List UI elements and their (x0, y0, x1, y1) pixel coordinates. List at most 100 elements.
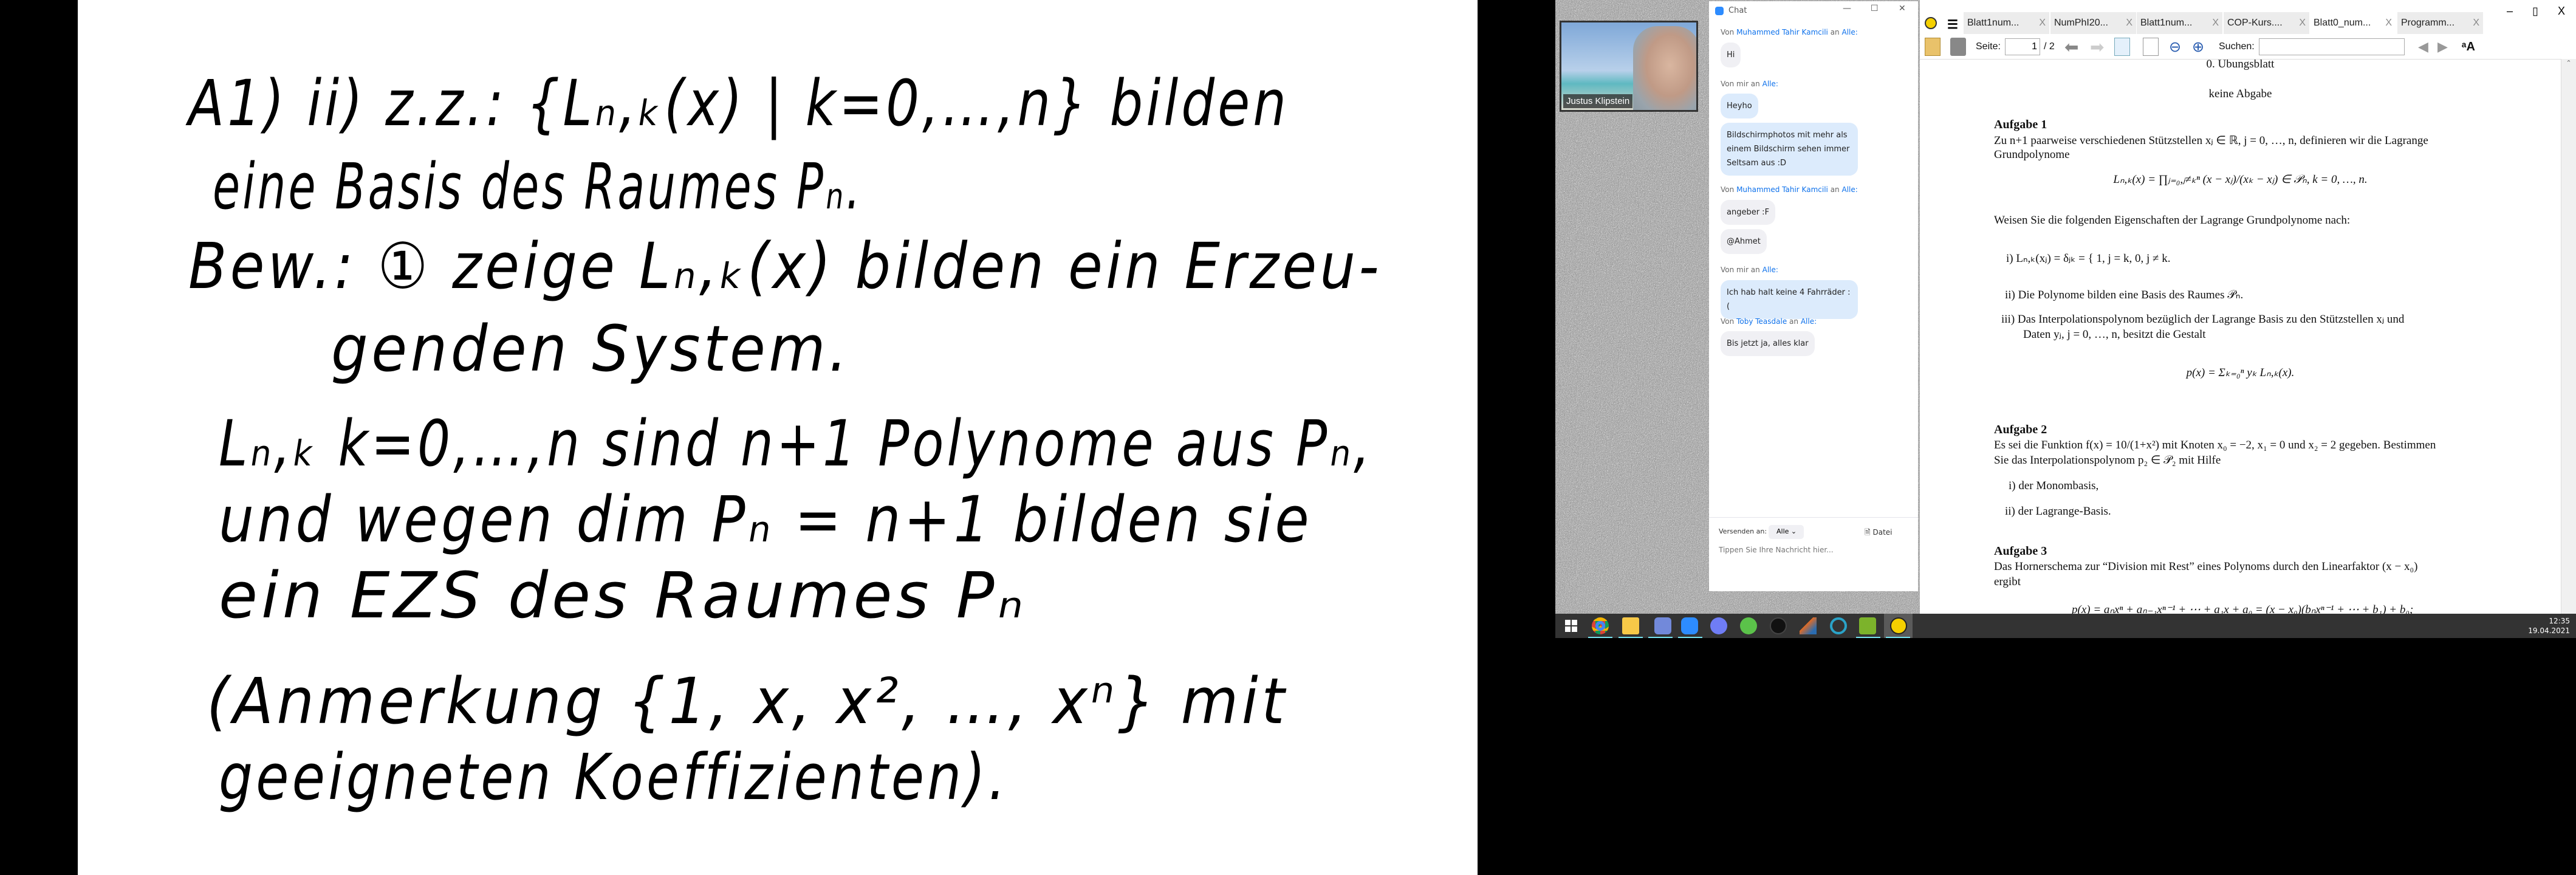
paragraph: Weisen Sie die folgenden Eigenschaften d… (1994, 214, 2351, 227)
list-item: i) Lₙ,ₖ(xⱼ) = δⱼₖ = { 1, j = k, 0, j ≠ k… (2006, 252, 2171, 265)
participant-video (1633, 26, 1696, 110)
print-icon[interactable] (1950, 38, 1966, 56)
sheet-subtitle: keine Abgabe (2208, 88, 2272, 100)
zoho-icon[interactable] (1710, 617, 1727, 634)
paragraph: Das Hornerschema zur “Division mit Rest”… (1994, 560, 2418, 573)
paragraph: Zu n+1 paarweise verschiedenen Stützstel… (1994, 134, 2428, 147)
sheet-title: 0. Übungsblatt (2206, 59, 2275, 70)
logitech-g-icon[interactable] (1770, 617, 1787, 634)
pdf-page: 0. Übungsblatt keine Abgabe Aufgabe 1 Zu… (1920, 59, 2561, 614)
file-explorer-icon[interactable] (1622, 617, 1639, 634)
close-tab-icon: X (2473, 18, 2479, 28)
previous-page-icon[interactable]: ⬅ (2064, 35, 2078, 58)
tab[interactable]: NumPhI20... X (2050, 12, 2137, 34)
message-input[interactable] (1719, 543, 1907, 557)
video-thumbnail[interactable]: Justus Klipstein (1560, 21, 1698, 112)
maximize-button[interactable]: ▯ (2532, 5, 2538, 18)
tab[interactable]: Blatt1num... X (2137, 12, 2223, 34)
handwriting-line: geeigneten Koeffizienten). (219, 740, 1009, 814)
handwriting-line: und wegen dim Pₙ = n+1 bilden sie (219, 482, 1312, 557)
chat-message: Bis jetzt ja, alles klar (1721, 331, 1815, 356)
message-header: Von Muhammed Tahir Kamcili an Alle: (1721, 28, 1858, 36)
maximize-button[interactable]: ☐ (1871, 4, 1879, 13)
close-tab-icon: X (2385, 18, 2392, 28)
task-heading: Aufgabe 2 (1994, 423, 2047, 436)
chat-message: Hi (1721, 43, 1741, 67)
handwriting-line: ein EZS des Raumes Pₙ (219, 558, 1027, 633)
open-file-icon[interactable] (1925, 38, 1941, 56)
list-item: Daten yⱼ, j = 0, …, n, besitzt die Gesta… (2023, 328, 2206, 341)
zoom-icon (1715, 6, 1724, 15)
handwriting-line: Bew.: ① zeige Lₙ,ₖ(x) bilden ein Erzeu- (188, 229, 1382, 303)
participant-name: Justus Klipstein (1563, 94, 1633, 108)
chat-titlebar: Chat (1715, 6, 1747, 15)
scroll-up-icon[interactable]: ⌃ (2566, 60, 2571, 67)
message-header: Von mir an Alle: (1721, 80, 1778, 88)
android-studio-icon[interactable] (1859, 617, 1876, 634)
close-tab-icon: X (2126, 18, 2132, 28)
list-item: iii) Das Interpolationspolynom bezüglich… (2001, 313, 2405, 326)
chevron-down-icon: ⌄ (1790, 527, 1797, 535)
fit-page-icon[interactable] (2143, 38, 2159, 56)
text-options-icon[interactable]: ᵃA (2462, 35, 2475, 58)
handwriting-line: genden System. (331, 312, 851, 386)
vertical-scrollbar[interactable]: ⌃ (2561, 59, 2576, 614)
search-input[interactable] (2259, 38, 2405, 55)
tab[interactable]: Blatt1num... X (1964, 12, 2050, 34)
close-button[interactable]: X (2558, 5, 2565, 18)
discord-icon[interactable] (1654, 617, 1671, 634)
file-button[interactable]: 🗎 Datei (1865, 527, 1892, 540)
chrome-icon[interactable] (1592, 617, 1609, 634)
zoom-in-icon[interactable]: ⊕ (2192, 35, 2204, 58)
chat-message: angeber :F (1721, 200, 1776, 225)
search-previous-icon[interactable]: ◀ (2418, 35, 2428, 58)
paragraph: Grundpolynome (1994, 148, 2070, 161)
handwriting-line: Lₙ,ₖ k=0,…,n sind n+1 Polynome aus Pₙ, (219, 407, 1373, 481)
list-item: ii) Die Polynome bilden eine Basis des R… (2005, 289, 2244, 301)
handwriting-line: A1) ii) z.z.: {Lₙ,ₖ(x) | k=0,…,n} bilden (188, 66, 1289, 140)
tab[interactable]: COP-Kurs.... X (2224, 12, 2310, 34)
fit-width-icon[interactable] (2114, 38, 2130, 56)
close-button[interactable]: ✕ (1899, 4, 1906, 13)
paragraph: Sie das Interpolationspolynom p₂ ∈ 𝒫₂ mi… (1994, 454, 2221, 467)
next-page-icon[interactable]: ➡ (2090, 35, 2104, 58)
zoom-out-icon[interactable]: ⊖ (2169, 35, 2181, 58)
whiteboard[interactable]: A1) ii) z.z.: {Lₙ,ₖ(x) | k=0,…,n} bilden… (78, 0, 1478, 875)
list-item: ii) der Lagrange-Basis. (2005, 505, 2111, 518)
chat-title: Chat (1728, 6, 1747, 15)
tab-active[interactable]: Blatt0_num... X (2310, 12, 2396, 34)
minimize-button[interactable]: – (2507, 5, 2513, 18)
close-tab-icon: X (2039, 18, 2046, 28)
message-header: Von Toby Teasdale an Alle: (1721, 317, 1817, 326)
formula: p(x) = aₙxⁿ + aₙ₋₁xⁿ⁻¹ + ⋯ + a₁x + a₀ = … (2072, 603, 2414, 614)
matlab-icon[interactable] (1800, 617, 1817, 634)
message-header: Von mir an Alle: (1721, 266, 1778, 274)
formula: p(x) = Σₖ₌₀ⁿ yₖ Lₙ,ₖ(x). (2186, 366, 2295, 379)
formula: Lₙ,ₖ(x) = ∏ⱼ₌₀,ⱼ≠ₖⁿ (x − xⱼ)/(xₖ − xⱼ) ∈… (2113, 173, 2368, 186)
chat-message: Ich hab halt keine 4 Fahrräder :( (1721, 280, 1858, 319)
zoom-icon[interactable] (1681, 617, 1698, 634)
orange-ring-icon[interactable] (1830, 617, 1847, 634)
taskbar: 12:35 19.04.2021 (1555, 614, 2576, 638)
chat-message: @Ahmet (1721, 229, 1767, 254)
page-input[interactable] (2005, 38, 2040, 55)
system-clock[interactable]: 12:35 19.04.2021 (2528, 616, 2570, 636)
pdf-xchange-icon[interactable] (1890, 617, 1907, 634)
send-to-dropdown[interactable]: Alle ⌄ (1769, 525, 1804, 539)
hamburger-menu-icon[interactable]: ☰ (1947, 17, 1958, 32)
page-total: / 2 (2044, 41, 2055, 52)
task-heading: Aufgabe 1 (1994, 118, 2047, 131)
pdf-app-icon (1925, 17, 1937, 29)
handwriting-line: eine Basis des Raumes Pₙ. (213, 149, 863, 224)
message-header: Von Muhammed Tahir Kamcili an Alle: (1721, 185, 1858, 194)
divider (1709, 517, 1918, 518)
search-next-icon[interactable]: ▶ (2437, 35, 2448, 58)
tab[interactable]: Programm... X (2397, 12, 2484, 34)
close-tab-icon: X (2299, 18, 2306, 28)
minimize-button[interactable]: — (1843, 4, 1851, 13)
close-tab-icon: X (2212, 18, 2219, 28)
chat-window: Chat — ☐ ✕ Von Muhammed Tahir Kamcili an… (1709, 1, 1918, 591)
windows-start-icon[interactable] (1565, 620, 1577, 632)
green-app-icon[interactable] (1740, 617, 1757, 634)
task-heading: Aufgabe 3 (1994, 544, 2047, 558)
